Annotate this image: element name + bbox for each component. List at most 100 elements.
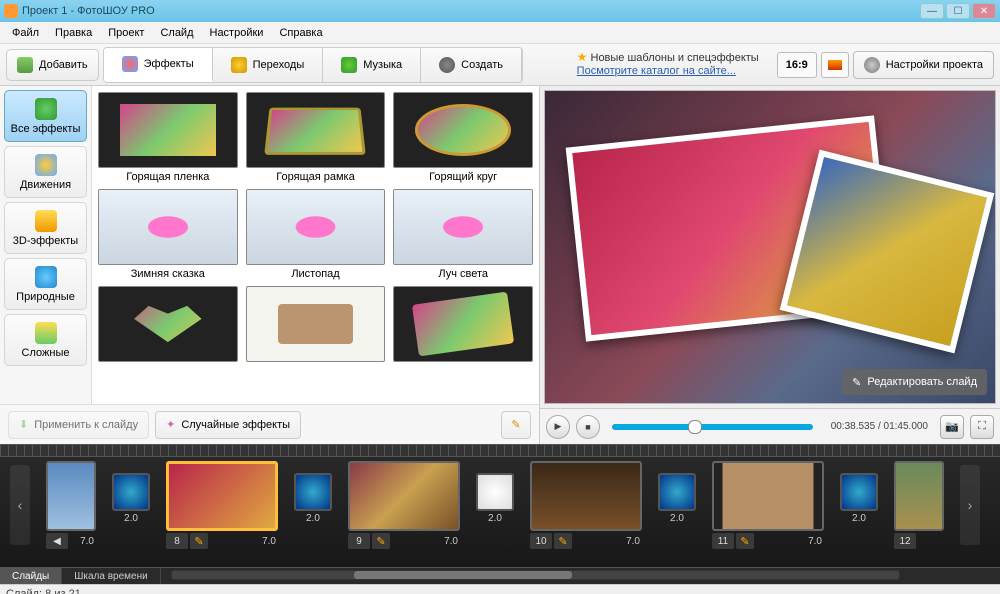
effect-label: Горящая рамка <box>276 171 354 183</box>
effects-grid[interactable]: Горящая пленка Горящая рамка Горящий кру… <box>92 86 539 404</box>
category-motion[interactable]: Движения <box>4 146 87 198</box>
tab-slides[interactable]: Слайды <box>0 568 62 584</box>
add-button[interactable]: Добавить <box>6 49 99 81</box>
effect-item[interactable]: Горящий круг <box>393 92 533 183</box>
edit-slide-button[interactable]: ✎ Редактировать слайд <box>842 369 987 395</box>
brush-icon: ✎ <box>511 418 520 431</box>
preview-pane: ✎ Редактировать слайд ▶ ■ 00:38.535 / 01… <box>540 86 1000 444</box>
category-all-label: Все эффекты <box>11 123 81 135</box>
timeline-body[interactable]: ‹ ◀7.0 2.0 8✎7.0 2.0 9✎7.0 2.0 10✎7.0 2.… <box>0 457 1000 553</box>
background-button[interactable] <box>821 52 849 78</box>
snapshot-button[interactable]: 📷 <box>940 415 964 439</box>
timeline: ‹ ◀7.0 2.0 8✎7.0 2.0 9✎7.0 2.0 10✎7.0 2.… <box>0 444 1000 568</box>
slide-index: 12 <box>894 533 916 549</box>
close-button[interactable]: ✕ <box>972 3 996 19</box>
timeline-transition[interactable]: 2.0 <box>658 473 696 537</box>
timeline-transition[interactable]: 2.0 <box>112 473 150 537</box>
tab-transitions[interactable]: Переходы <box>213 48 324 82</box>
maximize-button[interactable]: ☐ <box>946 3 970 19</box>
project-settings-button[interactable]: Настройки проекта <box>853 51 994 79</box>
scrollbar-thumb[interactable] <box>354 571 572 579</box>
category-all[interactable]: Все эффекты <box>4 90 87 142</box>
menu-slide[interactable]: Слайд <box>152 24 201 42</box>
effect-label: Горящий круг <box>429 171 497 183</box>
effect-item[interactable] <box>393 286 533 365</box>
menu-edit[interactable]: Правка <box>47 24 100 42</box>
category-sidebar: Все эффекты Движения 3D-эффекты Природны… <box>0 86 92 404</box>
category-complex-label: Сложные <box>22 347 70 359</box>
tab-create[interactable]: Создать <box>421 48 522 82</box>
slide-prev-icon[interactable]: ◀ <box>46 533 68 549</box>
brush-button[interactable]: ✎ <box>501 411 531 439</box>
timeline-next[interactable]: › <box>960 465 980 545</box>
slide-edit-icon[interactable]: ✎ <box>372 533 390 549</box>
category-nature[interactable]: Природные <box>4 258 87 310</box>
statusbar: Слайд: 8 из 21 <box>0 584 1000 594</box>
timeline-slide[interactable]: 9✎7.0 <box>348 461 460 549</box>
arrow-down-icon: ⬇ <box>19 418 28 431</box>
effect-item[interactable] <box>246 286 386 365</box>
effect-label: Листопад <box>291 268 339 280</box>
slide-dur: 7.0 <box>756 536 824 547</box>
menu-help[interactable]: Справка <box>271 24 330 42</box>
main-tabs: Эффекты Переходы Музыка Создать <box>103 47 523 83</box>
timeline-slide[interactable]: 10✎7.0 <box>530 461 642 549</box>
promo-block: ★ Новые шаблоны и спецэффекты Посмотрите… <box>577 51 759 78</box>
effect-item[interactable] <box>98 286 238 365</box>
timeline-slide[interactable]: 11✎7.0 <box>712 461 824 549</box>
slide-index: 11 <box>712 533 734 549</box>
menu-file[interactable]: Файл <box>4 24 47 42</box>
category-complex[interactable]: Сложные <box>4 314 87 366</box>
slide-thumb <box>348 461 460 531</box>
timeline-prev[interactable]: ‹ <box>10 465 30 545</box>
tab-music[interactable]: Музыка <box>323 48 421 82</box>
effect-item[interactable]: Зимняя сказка <box>98 189 238 280</box>
timeline-slide[interactable]: ◀7.0 <box>46 461 96 549</box>
menu-project[interactable]: Проект <box>100 24 152 42</box>
timeline-slide[interactable]: 12 <box>894 461 944 549</box>
apply-label: Применить к слайду <box>34 419 138 431</box>
stop-button[interactable]: ■ <box>576 415 600 439</box>
tab-timeline[interactable]: Шкала времени <box>62 568 160 584</box>
effect-label: Зимняя сказка <box>131 268 205 280</box>
play-button[interactable]: ▶ <box>546 415 570 439</box>
effect-item[interactable]: Луч света <box>393 189 533 280</box>
slide-thumb <box>712 461 824 531</box>
minimize-button[interactable]: — <box>920 3 944 19</box>
preview-photo-2 <box>780 150 995 354</box>
seek-slider[interactable] <box>612 424 813 430</box>
slide-edit-icon[interactable]: ✎ <box>736 533 754 549</box>
menu-settings[interactable]: Настройки <box>202 24 272 42</box>
slide-edit-icon[interactable]: ✎ <box>190 533 208 549</box>
fullscreen-button[interactable]: ⛶ <box>970 415 994 439</box>
preview-canvas[interactable]: ✎ Редактировать слайд <box>544 90 996 404</box>
transition-dur: 2.0 <box>488 513 502 524</box>
timeline-transition[interactable]: 2.0 <box>840 473 878 537</box>
slide-edit-icon[interactable]: ✎ <box>554 533 572 549</box>
arrows-icon <box>35 154 57 176</box>
effects-actions: ⬇ Применить к слайду ✦ Случайные эффекты… <box>0 404 539 444</box>
transition-thumb <box>112 473 150 511</box>
slide-index: 8 <box>166 533 188 549</box>
aspect-ratio-button[interactable]: 16:9 <box>777 52 817 78</box>
random-effects-button[interactable]: ✦ Случайные эффекты <box>155 411 301 439</box>
effect-item[interactable]: Листопад <box>246 189 386 280</box>
gear-icon <box>864 57 880 73</box>
slide-dur: 7.0 <box>392 536 460 547</box>
category-3d[interactable]: 3D-эффекты <box>4 202 87 254</box>
timeline-transition[interactable]: 2.0 <box>294 473 332 537</box>
tab-effects[interactable]: Эффекты <box>104 48 213 82</box>
timeline-scrollbar[interactable] <box>171 570 900 580</box>
effect-item[interactable]: Горящая рамка <box>246 92 386 183</box>
apply-effect-button[interactable]: ⬇ Применить к слайду <box>8 411 149 439</box>
layers-icon <box>35 322 57 344</box>
add-icon <box>17 57 33 73</box>
status-text: Слайд: 8 из 21 <box>6 588 81 594</box>
effect-item[interactable]: Горящая пленка <box>98 92 238 183</box>
promo-link[interactable]: Посмотрите каталог на сайте... <box>577 65 736 77</box>
timeline-slide-selected[interactable]: 8✎7.0 <box>166 461 278 549</box>
slide-thumb <box>46 461 96 531</box>
wand-icon: ✦ <box>166 418 175 431</box>
timeline-transition[interactable]: 2.0 <box>476 473 514 537</box>
edit-slide-label: Редактировать слайд <box>867 376 977 388</box>
